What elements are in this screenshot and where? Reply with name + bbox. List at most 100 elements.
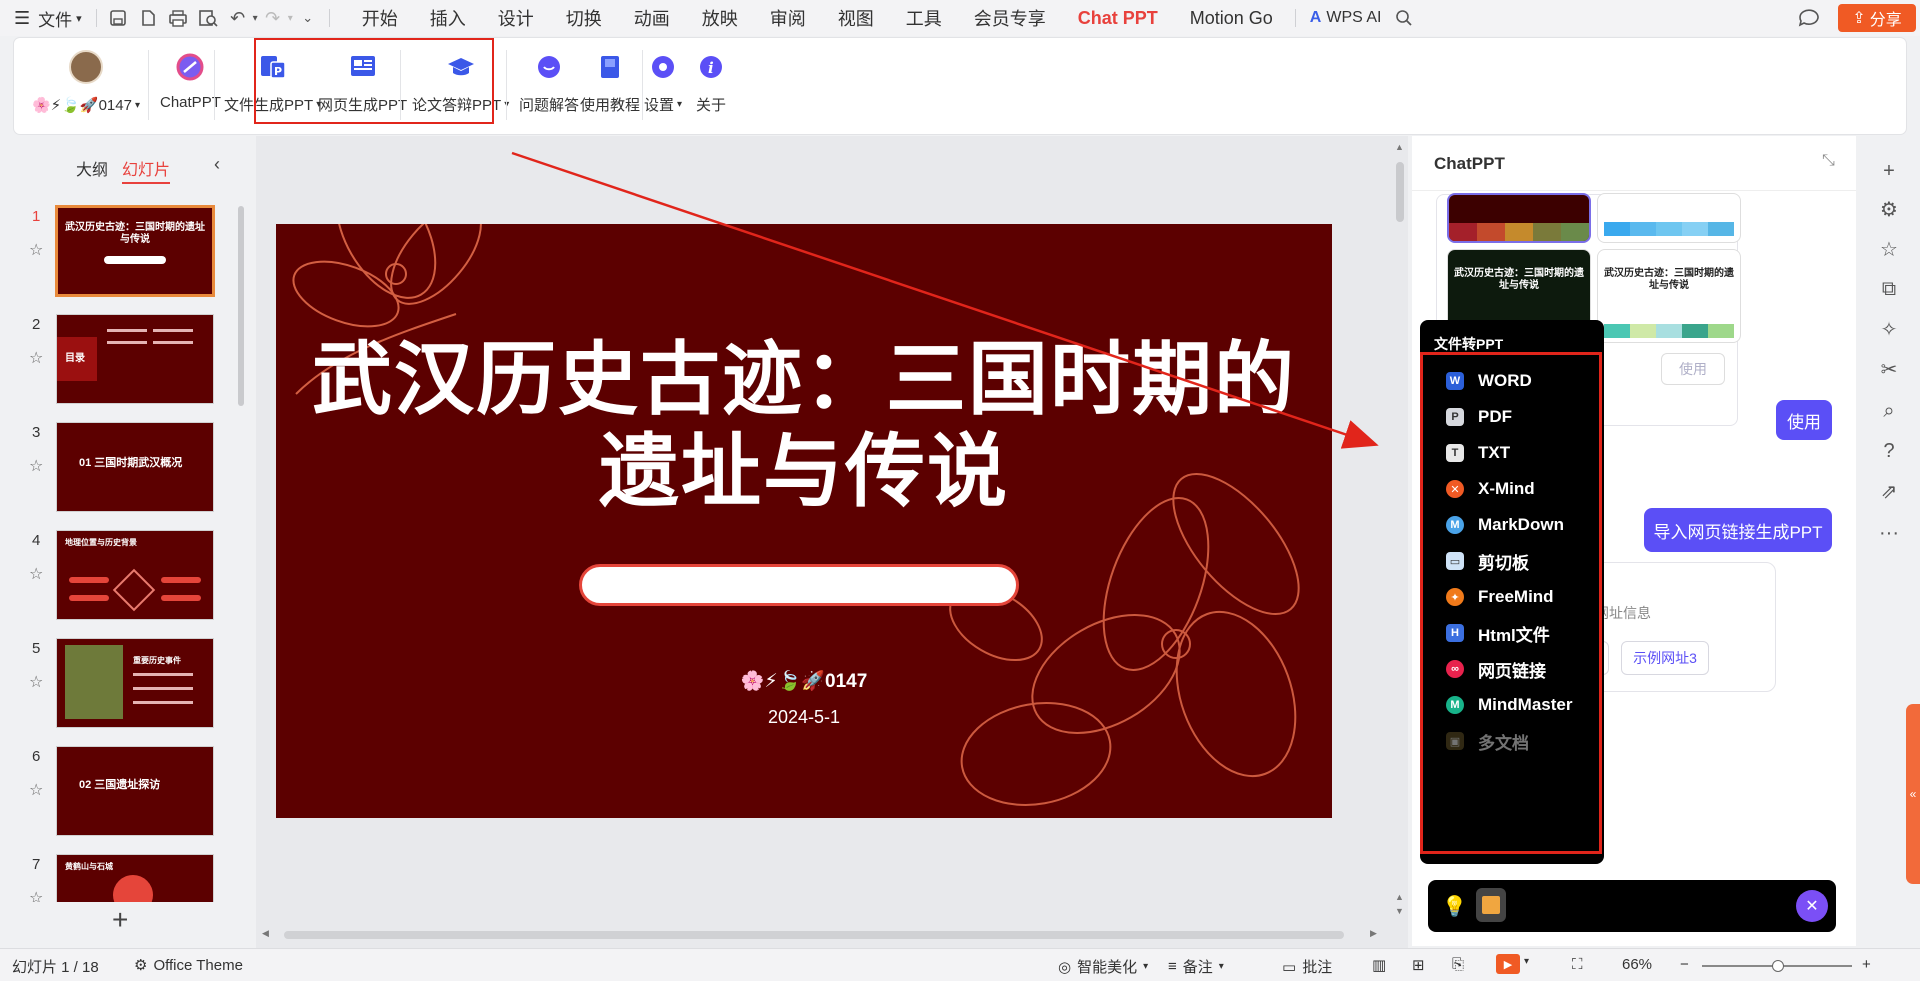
star-icon[interactable]: ☆ xyxy=(1876,236,1902,262)
copy-icon[interactable]: ⧉ xyxy=(1876,276,1902,302)
fit-window-icon[interactable]: ⛶ xyxy=(1572,956,1583,973)
zoom-level[interactable]: 66% xyxy=(1622,956,1652,973)
tools-icon[interactable]: ✂ xyxy=(1876,356,1902,382)
search-icon[interactable] xyxy=(1390,4,1418,32)
tab-design[interactable]: 设计 xyxy=(482,0,550,36)
slide-thumbnail[interactable]: 7 ☆ 黄鹤山与石城 xyxy=(0,854,240,902)
slide-thumbnail[interactable]: 2 ☆ 目录 xyxy=(0,314,240,406)
tab-slides[interactable]: 幻灯片 xyxy=(122,156,171,184)
template-card[interactable] xyxy=(1597,193,1741,243)
tab-motion-go[interactable]: Motion Go xyxy=(1174,0,1289,36)
slide-canvas[interactable]: 武汉历史古迹：三国时期的 遗址与传说 🌸⚡🍃🚀0147 2024-5-1 xyxy=(276,224,1332,818)
slide-subtitle-placeholder[interactable] xyxy=(579,564,1019,606)
slide-thumbnail[interactable]: 1 ☆ 武汉历史古迹：三国时期的遗址与传说 xyxy=(0,205,240,298)
chevron-down-icon[interactable]: ▾ xyxy=(1524,956,1529,967)
chatppt-button[interactable]: ChatPPT xyxy=(160,50,221,111)
star-icon[interactable]: ☆ xyxy=(29,564,43,584)
play-slideshow-button[interactable]: ▶ xyxy=(1496,954,1520,974)
hamburger-menu-button[interactable]: ☰ 文件 ▾ xyxy=(0,0,90,36)
slide-title[interactable]: 武汉历史古迹：三国时期的 遗址与传说 xyxy=(276,334,1332,518)
share-network-icon[interactable]: ⇗ xyxy=(1876,478,1902,504)
slide-preview: 目录 xyxy=(56,314,214,404)
settings-button[interactable]: 设置 ▾ xyxy=(644,50,682,115)
print-icon[interactable] xyxy=(164,4,192,32)
star-icon[interactable]: ☆ xyxy=(29,456,43,476)
slide-thumbnail[interactable]: 6 ☆ 02 三国遗址探访 xyxy=(0,746,240,838)
add-slide-button[interactable]: + xyxy=(112,904,128,936)
star-icon[interactable]: ☆ xyxy=(29,888,43,902)
star-icon[interactable]: ☆ xyxy=(29,672,43,692)
expand-panel-tab[interactable]: « xyxy=(1906,704,1920,884)
tab-insert[interactable]: 插入 xyxy=(414,0,482,36)
tab-animation[interactable]: 动画 xyxy=(618,0,686,36)
plus-icon[interactable]: + xyxy=(1876,158,1902,184)
tab-review[interactable]: 审阅 xyxy=(754,0,822,36)
tab-view[interactable]: 视图 xyxy=(822,0,890,36)
redo-icon[interactable]: ↷ xyxy=(259,4,287,32)
horizontal-scrollbar[interactable]: ◀ ▶ xyxy=(262,928,1382,940)
tab-home[interactable]: 开始 xyxy=(346,0,414,36)
save-icon[interactable] xyxy=(104,4,132,32)
print-preview-icon[interactable] xyxy=(194,4,222,32)
wps-ai-button[interactable]: A WPS AI xyxy=(1302,0,1390,36)
collapse-icon[interactable]: ⤡ xyxy=(1822,152,1835,170)
comments-button[interactable]: ▭ 批注 xyxy=(1282,956,1332,977)
theme-button[interactable]: ⚙ Office Theme xyxy=(134,956,243,975)
slide-thumbnail[interactable]: 4 ☆ 地理位置与历史背景 xyxy=(0,530,240,622)
tab-membership[interactable]: 会员专享 xyxy=(958,0,1062,36)
vertical-scrollbar[interactable]: ▲ ▲ ▼ xyxy=(1395,142,1405,922)
zoom-slider[interactable] xyxy=(1702,960,1852,972)
chevron-down-icon[interactable]: ▾ xyxy=(253,13,258,24)
slide-author[interactable]: 🌸⚡🍃🚀0147 xyxy=(276,669,1332,693)
export-pdf-icon[interactable] xyxy=(134,4,162,32)
tab-chatppt[interactable]: Chat PPT xyxy=(1062,0,1174,36)
chat-bubble-icon[interactable] xyxy=(1795,4,1823,32)
collapse-chevron-icon[interactable]: ‹ xyxy=(214,154,220,175)
about-button[interactable]: i 关于 xyxy=(694,50,728,115)
zoom-in-button[interactable]: + xyxy=(1862,956,1871,973)
use-button[interactable]: 使用 xyxy=(1776,400,1832,440)
book-search-icon[interactable]: ⌕ xyxy=(1876,398,1902,424)
undo-icon[interactable]: ↶ xyxy=(224,4,252,32)
slide-thumbnail[interactable]: 5 ☆ 重要历史事件 xyxy=(0,638,240,730)
thumb-title: 武汉历史古迹：三国时期的遗址与传说 xyxy=(65,222,205,245)
tab-tools[interactable]: 工具 xyxy=(890,0,958,36)
chevron-down-icon[interactable]: ▾ xyxy=(288,13,293,24)
account-button[interactable]: 🌸⚡🍃🚀0147 ▾ xyxy=(32,50,140,114)
tab-outline[interactable]: 大纲 xyxy=(76,156,108,180)
lightbulb-icon[interactable]: 💡 xyxy=(1442,894,1467,919)
sliders-icon[interactable]: ⚙ xyxy=(1876,196,1902,222)
thumb-title: 黄鹤山与石城 xyxy=(65,862,113,871)
template-card[interactable]: 武汉历史古迹：三国时期的遗址与传说 xyxy=(1597,249,1741,343)
magic-icon[interactable]: ✧ xyxy=(1876,316,1902,342)
share-button[interactable]: ⇪ 分享 xyxy=(1838,4,1916,32)
tutorial-button[interactable]: 使用教程 xyxy=(580,50,640,115)
chat-input-bar[interactable]: 💡 ✕ xyxy=(1428,880,1836,932)
slide-thumbnail[interactable]: 3 ☆ 01 三国时期武汉概况 xyxy=(0,422,240,514)
grid-view-icon[interactable]: ⊞ xyxy=(1412,956,1425,974)
chat-smile-icon xyxy=(532,50,566,84)
star-icon[interactable]: ☆ xyxy=(29,780,43,800)
more-icon[interactable]: ··· xyxy=(1876,520,1902,546)
reading-view-icon[interactable]: ⎘ xyxy=(1452,956,1464,973)
scrollbar[interactable] xyxy=(1848,196,1854,936)
normal-view-icon[interactable]: ▥ xyxy=(1372,956,1386,974)
use-template-button-disabled[interactable]: 使用 xyxy=(1661,353,1725,385)
star-icon[interactable]: ☆ xyxy=(29,240,43,260)
more-chevron-icon[interactable]: ⌄ xyxy=(294,4,322,32)
example-url-3-button[interactable]: 示例网址3 xyxy=(1621,641,1709,675)
slide-date[interactable]: 2024-5-1 xyxy=(276,707,1332,728)
help-icon[interactable]: ? xyxy=(1876,438,1902,464)
qa-button[interactable]: 问题解答 xyxy=(519,50,579,115)
tab-slideshow[interactable]: 放映 xyxy=(686,0,754,36)
zoom-slider-handle[interactable] xyxy=(1772,960,1784,972)
star-icon[interactable]: ☆ xyxy=(29,348,43,368)
notes-button[interactable]: ≡ 备注 ▾ xyxy=(1168,956,1224,977)
close-icon[interactable]: ✕ xyxy=(1796,890,1828,922)
beautify-button[interactable]: ◎ 智能美化 ▾ xyxy=(1058,956,1148,977)
attachment-icon[interactable] xyxy=(1476,888,1506,922)
import-web-link-button[interactable]: 导入网页链接生成PPT xyxy=(1644,508,1832,552)
tab-transition[interactable]: 切换 xyxy=(550,0,618,36)
zoom-out-button[interactable]: − xyxy=(1680,956,1689,973)
template-card[interactable] xyxy=(1447,193,1591,243)
